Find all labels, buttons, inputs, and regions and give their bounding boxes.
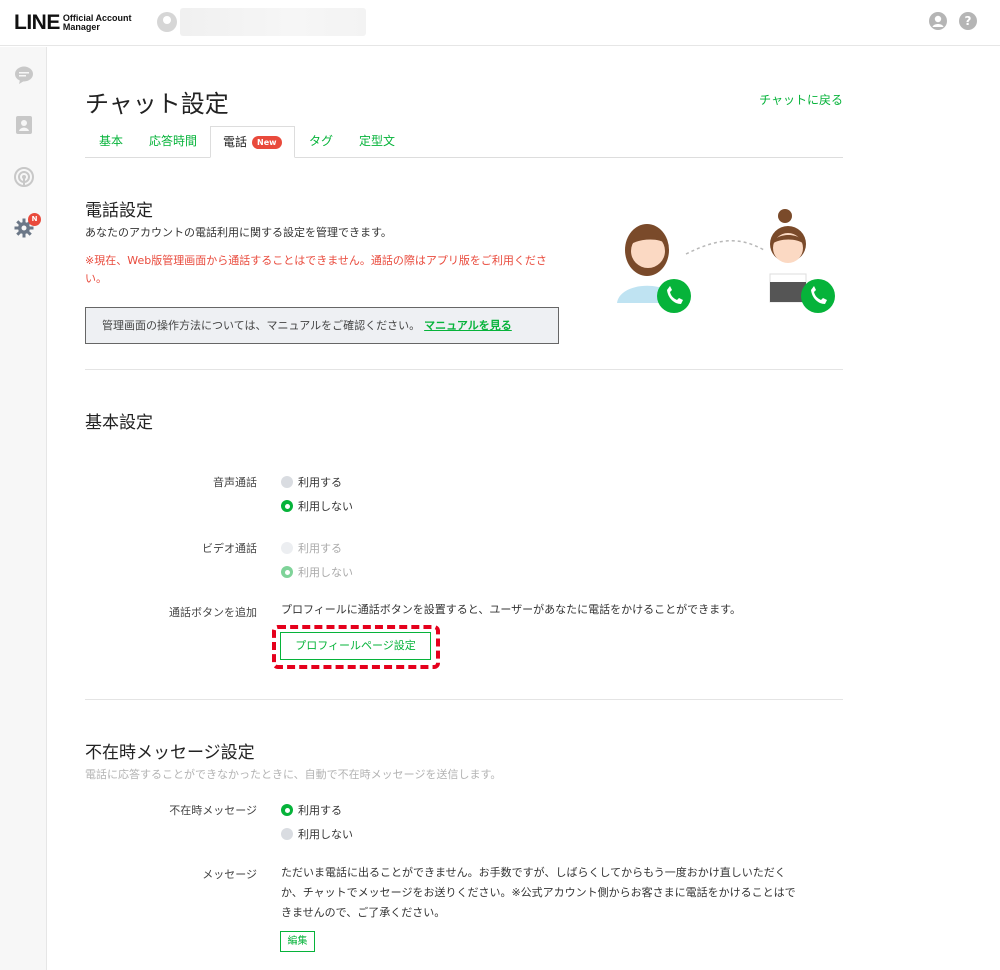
voice-call-not-use-option[interactable]: 利用しない [281, 498, 353, 514]
broadcast-icon[interactable] [14, 167, 34, 187]
radio-checked-icon[interactable] [281, 804, 293, 816]
edit-message-button[interactable]: 編集 [280, 931, 315, 952]
voice-call-use-option[interactable]: 利用する [281, 474, 342, 490]
phone-call-illustration [612, 208, 842, 318]
absence-message-use-option[interactable]: 利用する [281, 802, 342, 818]
notification-badge: N [28, 213, 41, 226]
new-badge: New [252, 136, 282, 149]
video-call-label: ビデオ通話 [202, 542, 257, 555]
radio-unchecked-icon[interactable] [281, 542, 293, 554]
manual-info-box: 管理画面の操作方法については、マニュアルをご確認ください。 マニュアルを見る [85, 307, 559, 344]
radio-unchecked-icon[interactable] [281, 476, 293, 488]
settings-tabs: 基本 応答時間 電話 New タグ 定型文 [85, 126, 843, 158]
account-avatar[interactable] [157, 12, 177, 32]
tab-phone[interactable]: 電話 New [210, 126, 295, 158]
call-button-description: プロフィールに通話ボタンを設置すると、ユーザーがあなたに電話をかけることができま… [281, 603, 742, 616]
tab-basic[interactable]: 基本 [99, 126, 123, 158]
help-icon[interactable]: ? [959, 12, 977, 30]
absence-message-label: 不在時メッセージ [169, 804, 257, 817]
tab-tags[interactable]: タグ [309, 126, 333, 158]
back-to-chat-link[interactable]: チャットに戻る [759, 91, 843, 108]
page-title: チャット設定 [85, 90, 229, 118]
top-bar: LINE Official Account Manager ? [0, 0, 1000, 46]
web-call-notice: ※現在、Web版管理画面から通話することはできません。通話の際はアプリ版をご利用… [85, 254, 547, 285]
absence-message-text: ただいま電話に出ることができません。お手数ですが、しばらくしてからもう一度おかけ… [281, 866, 796, 919]
account-name-blurred[interactable] [180, 8, 366, 36]
absence-settings-title: 不在時メッセージ設定 [85, 743, 255, 763]
absence-settings-description: 電話に応答することができなかったときに、自動で不在時メッセージを送信します。 [85, 768, 502, 781]
sidebar: N [0, 47, 47, 970]
tab-response-hours[interactable]: 応答時間 [149, 126, 197, 158]
line-oa-manager-logo[interactable]: LINE Official Account Manager [14, 11, 132, 35]
tab-templates[interactable]: 定型文 [359, 126, 395, 158]
video-call-use-option[interactable]: 利用する [281, 540, 342, 556]
logo-sub-text: Official Account Manager [62, 13, 132, 32]
section-divider [85, 699, 843, 700]
phone-settings-description: あなたのアカウントの電話利用に関する設定を管理できます。 [85, 226, 392, 239]
manual-info-text: 管理画面の操作方法については、マニュアルをご確認ください。 [102, 319, 421, 332]
tab-phone-label: 電話 [223, 135, 248, 149]
absence-message-not-use-option[interactable]: 利用しない [281, 826, 353, 842]
phone-settings-title: 電話設定 [85, 201, 153, 221]
contacts-icon[interactable] [14, 115, 34, 135]
logo-main-text: LINE [14, 11, 60, 34]
chat-bubble-icon[interactable] [14, 65, 34, 85]
video-call-not-use-option[interactable]: 利用しない [281, 564, 353, 580]
radio-checked-icon[interactable] [281, 500, 293, 512]
basic-settings-title: 基本設定 [85, 413, 153, 433]
radio-checked-icon[interactable] [281, 566, 293, 578]
dashed-highlight-annotation [272, 625, 440, 669]
view-manual-link[interactable]: マニュアルを見る [424, 319, 512, 332]
call-button-label: 通話ボタンを追加 [169, 606, 257, 619]
voice-call-label: 音声通話 [213, 476, 257, 489]
message-label: メッセージ [202, 868, 257, 881]
user-profile-icon[interactable] [929, 12, 947, 30]
radio-unchecked-icon[interactable] [281, 828, 293, 840]
section-divider [85, 369, 843, 370]
